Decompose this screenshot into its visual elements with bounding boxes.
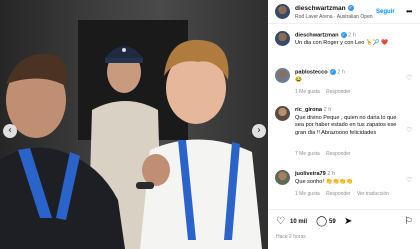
comment-likes[interactable]: 1 Me gusta: [295, 191, 320, 197]
caption-text-block: dieschwartzman ✓ 2 h Un dia con Roger y c…: [295, 32, 403, 48]
comment-time: 2 h: [327, 171, 336, 177]
chevron-left-icon[interactable]: ‹: [3, 124, 17, 138]
heart-icon[interactable]: ♡: [406, 74, 412, 82]
reply-button[interactable]: Responder: [326, 151, 350, 157]
translate-button[interactable]: Ver traducción: [357, 191, 389, 197]
share-icon[interactable]: ➤: [344, 216, 352, 227]
reply-button[interactable]: Responder: [326, 191, 350, 197]
comment-text-block: pablostecco ✓ 2 h 😂: [295, 69, 403, 85]
comment-meta: 1 Me gusta Responder Ver traducción: [295, 191, 394, 197]
post-sidebar: dieschwartzman ✓ Rod Laver Arena · Austra…: [268, 0, 420, 249]
post-author-name[interactable]: dieschwartzman: [295, 5, 346, 12]
follow-button[interactable]: Seguir: [376, 9, 395, 15]
caption-text: Un dia con Roger y con Leo 🦒🎾 ❤️: [295, 40, 389, 47]
comment-icon[interactable]: ◯: [316, 216, 327, 227]
comments-count[interactable]: 59: [329, 219, 336, 225]
post-location[interactable]: Rod Laver Arena · Australian Open: [295, 14, 373, 20]
bookmark-icon[interactable]: ⚐: [404, 216, 413, 227]
likes-count[interactable]: 10 mil: [290, 219, 307, 225]
comment-text-block: juoliveira79 2 h Que sonho! 👏👏👏👏: [295, 171, 403, 186]
avatar[interactable]: [275, 68, 290, 83]
post-actions-bar: ♡ 10 mil ◯ 59 ➤ ⚐ Hace 2 horas: [268, 209, 420, 249]
avatar[interactable]: [275, 31, 290, 46]
avatar[interactable]: [275, 4, 290, 19]
photo-people-illustration: [0, 39, 262, 249]
chevron-right-icon[interactable]: ›: [252, 124, 266, 138]
comment-time: 2 h: [337, 69, 345, 76]
comment-username[interactable]: pablostecco: [295, 69, 328, 75]
caption-time: 2 h: [348, 32, 356, 39]
comment-likes[interactable]: 1 Me gusta: [295, 89, 320, 95]
heart-icon[interactable]: ♡: [406, 126, 412, 134]
post-header: dieschwartzman ✓ Rod Laver Arena · Austra…: [268, 0, 420, 24]
heart-icon[interactable]: ♡: [276, 216, 285, 227]
caption-username[interactable]: dieschwartzman: [295, 32, 339, 38]
comment-meta: 7 Me gusta Responder: [295, 151, 356, 157]
verified-icon: ✓: [347, 5, 354, 12]
reply-button[interactable]: Responder: [326, 89, 350, 95]
avatar[interactable]: [275, 106, 290, 121]
post-photo[interactable]: ‹ ›: [0, 0, 268, 249]
heart-icon[interactable]: ♡: [406, 176, 412, 184]
comment-text: Que divino Peque , quien no daria lo que…: [295, 114, 397, 136]
comment-meta: 1 Me gusta Responder: [295, 89, 356, 95]
post-author-username[interactable]: dieschwartzman ✓: [295, 5, 354, 12]
comment-username[interactable]: juoliveira79: [295, 171, 326, 177]
comment-text-block: ric_girona 2 h Que divino Peque , quien …: [295, 107, 403, 137]
comment-likes[interactable]: 7 Me gusta: [295, 151, 320, 157]
verified-icon: ✓: [329, 69, 336, 75]
comment-username[interactable]: ric_girona: [295, 107, 322, 113]
comment-text: Que sonho! 👏👏👏👏: [295, 178, 354, 185]
more-icon[interactable]: •••: [406, 7, 412, 16]
comment-text: 😂: [295, 77, 302, 84]
instagram-post-view: ‹ › dieschwartzman ✓ Rod Laver Arena · Au…: [0, 0, 420, 249]
comment-time: 2 h: [323, 107, 332, 113]
post-timestamp: Hace 2 horas: [276, 234, 306, 240]
avatar[interactable]: [275, 170, 290, 185]
verified-icon: ✓: [340, 32, 347, 38]
